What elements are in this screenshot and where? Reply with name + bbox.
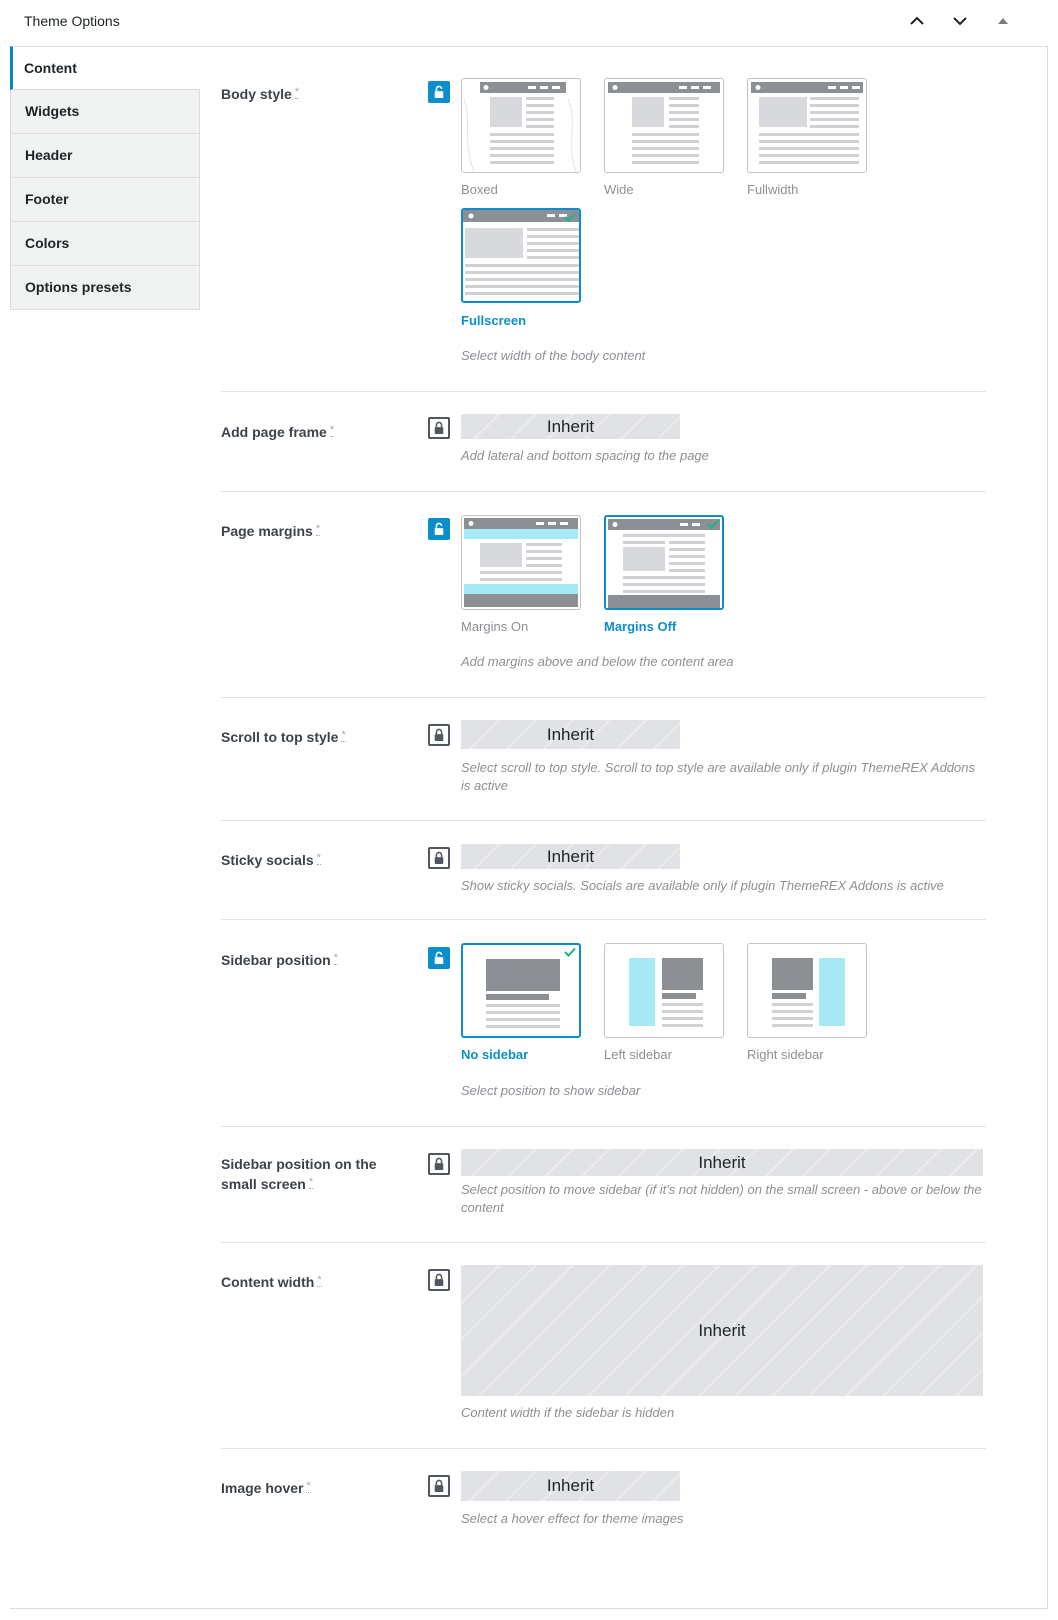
- page-margins-override-toggle[interactable]: [428, 518, 450, 540]
- metabox-header: Theme Options: [10, 0, 1050, 46]
- sidebar-position-label: Sidebar position *: [221, 952, 338, 968]
- image-hover-label: Image hover *: [221, 1480, 311, 1496]
- body-style-override-toggle[interactable]: [428, 81, 450, 103]
- option-divider: [221, 820, 986, 821]
- sticky-socials-label: Sticky socials *: [221, 852, 321, 868]
- lock-closed-icon: [433, 1273, 445, 1287]
- selected-check-icon: [707, 519, 719, 529]
- body-style-fullwidth-label: Fullwidth: [747, 182, 799, 197]
- body-style-fullscreen-option[interactable]: [461, 208, 581, 303]
- sidebar-small-inherit-field[interactable]: Inherit: [461, 1149, 983, 1176]
- option-divider: [221, 1448, 986, 1449]
- scroll-top-label: Scroll to top style *: [221, 729, 346, 745]
- sticky-socials-override-toggle[interactable]: [428, 847, 450, 869]
- content-width-override-toggle[interactable]: [428, 1269, 450, 1291]
- layout-right-sidebar-icon: [772, 958, 845, 1027]
- margins-off-option[interactable]: [604, 515, 724, 610]
- page-frame-override-toggle[interactable]: [428, 417, 450, 439]
- chevron-down-icon: [953, 17, 967, 26]
- page-frame-description: Add lateral and bottom spacing to the pa…: [461, 448, 709, 463]
- collapse-toggle-button[interactable]: [991, 9, 1015, 33]
- lock-closed-icon: [433, 1157, 445, 1171]
- layout-wide-icon: [608, 82, 720, 164]
- image-hover-override-toggle[interactable]: [428, 1475, 450, 1497]
- lock-open-icon: [433, 522, 445, 536]
- content-width-label: Content width *: [221, 1274, 322, 1290]
- layout-margins-off-icon: [608, 519, 720, 608]
- right-sidebar-option[interactable]: [747, 943, 867, 1038]
- layout-left-sidebar-icon: [629, 958, 703, 1027]
- body-style-wide-label: Wide: [604, 182, 634, 197]
- tab-content[interactable]: Content: [10, 46, 200, 90]
- layout-fullwidth-icon: [751, 82, 863, 164]
- layout-no-sidebar-icon: [486, 959, 560, 1028]
- page-frame-label: Add page frame *: [221, 424, 335, 440]
- options-tabs: Content Widgets Header Footer Colors Opt…: [10, 46, 200, 310]
- left-sidebar-option[interactable]: [604, 943, 724, 1038]
- sidebar-position-description: Select position to show sidebar: [461, 1083, 641, 1098]
- body-style-description: Select width of the body content: [461, 348, 646, 363]
- sticky-socials-inherit-field[interactable]: Inherit: [461, 844, 680, 869]
- body-style-wide-option[interactable]: [604, 78, 724, 173]
- lock-closed-icon: [433, 421, 445, 435]
- page-frame-inherit-field[interactable]: Inherit: [461, 414, 680, 439]
- tab-widgets[interactable]: Widgets: [10, 90, 200, 134]
- layout-margins-on-icon: [464, 518, 578, 607]
- lock-open-icon: [433, 85, 445, 99]
- lock-closed-icon: [433, 851, 445, 865]
- no-sidebar-option[interactable]: [461, 943, 581, 1038]
- metabox-title: Theme Options: [24, 13, 120, 29]
- scroll-top-override-toggle[interactable]: [428, 724, 450, 746]
- tab-header[interactable]: Header: [10, 134, 200, 178]
- option-divider: [221, 391, 986, 392]
- margins-on-label: Margins On: [461, 619, 529, 634]
- margins-on-option[interactable]: [461, 515, 581, 610]
- option-divider: [221, 919, 986, 920]
- triangle-up-icon: [998, 18, 1008, 24]
- body-style-fullscreen-label: Fullscreen: [461, 313, 527, 328]
- tab-footer[interactable]: Footer: [10, 178, 200, 222]
- sidebar-small-label: Sidebar position on the small screen *: [221, 1156, 377, 1192]
- selected-check-icon: [564, 212, 576, 222]
- page-margins-label: Page margins *: [221, 523, 321, 539]
- move-up-button[interactable]: [905, 9, 929, 33]
- sticky-socials-description: Show sticky socials. Socials are availab…: [461, 878, 944, 893]
- sidebar-position-override-toggle[interactable]: [428, 947, 450, 969]
- body-style-boxed-option[interactable]: [461, 78, 581, 173]
- option-divider: [221, 1242, 986, 1243]
- margins-off-label: Margins Off: [604, 619, 677, 634]
- lock-closed-icon: [433, 1479, 445, 1493]
- body-style-boxed-label: Boxed: [461, 182, 498, 197]
- selected-check-icon: [564, 947, 576, 957]
- left-sidebar-label: Left sidebar: [604, 1047, 672, 1062]
- no-sidebar-label: No sidebar: [461, 1047, 529, 1062]
- content-width-inherit-field[interactable]: Inherit: [461, 1265, 983, 1396]
- tab-colors[interactable]: Colors: [10, 222, 200, 266]
- sidebar-small-override-toggle[interactable]: [428, 1153, 450, 1175]
- option-divider: [221, 697, 986, 698]
- scroll-top-inherit-field[interactable]: Inherit: [461, 720, 680, 749]
- option-divider: [221, 1126, 986, 1127]
- sidebar-small-description: Select position to move sidebar (if it's…: [461, 1182, 982, 1215]
- body-style-label: Body style *: [221, 86, 300, 102]
- content-width-description: Content width if the sidebar is hidden: [461, 1405, 675, 1420]
- chevron-up-icon: [910, 16, 924, 25]
- layout-boxed-icon: [463, 82, 577, 172]
- right-sidebar-label: Right sidebar: [747, 1047, 824, 1062]
- image-hover-description: Select a hover effect for theme images: [461, 1511, 684, 1526]
- tab-options-presets[interactable]: Options presets: [10, 266, 200, 310]
- page-margins-description: Add margins above and below the content …: [461, 654, 734, 669]
- scroll-top-description: Select scroll to top style. Scroll to to…: [461, 760, 975, 793]
- image-hover-inherit-field[interactable]: Inherit: [461, 1471, 680, 1501]
- layout-fullscreen-icon: [463, 210, 579, 295]
- option-divider: [221, 491, 986, 492]
- lock-open-icon: [433, 951, 445, 965]
- body-style-fullwidth-option[interactable]: [747, 78, 867, 173]
- lock-closed-icon: [433, 728, 445, 742]
- move-down-button[interactable]: [948, 9, 972, 33]
